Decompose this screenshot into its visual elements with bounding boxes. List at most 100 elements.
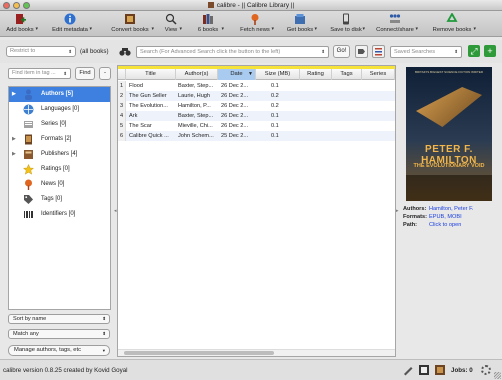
tag-icon	[358, 49, 365, 54]
add-books-button[interactable]: Add books ▾	[2, 11, 38, 37]
expand-triangle-icon[interactable]: ▶	[12, 136, 16, 142]
series-icon	[24, 121, 33, 128]
saved-searches-select[interactable]: Saved Searches ⬍	[390, 46, 462, 58]
version-text: calibre version 0.8.25 created by Kovid …	[3, 367, 128, 374]
cover-spaceship-art	[416, 87, 482, 127]
table-row[interactable]: 4 Ark Baxter, Step... 26 Dec 2... 0.1	[118, 111, 395, 121]
magnifier-icon	[165, 13, 177, 25]
find-button[interactable]: Find	[75, 67, 95, 80]
identifiers-icon	[24, 211, 33, 218]
column-header-title[interactable]: Title	[126, 69, 176, 80]
chevron-down-icon: ▾	[314, 26, 317, 32]
match-select[interactable]: Match any ⬍	[8, 329, 110, 339]
formats-link[interactable]: EPUB, MOBI	[429, 214, 462, 220]
tags-icon	[24, 195, 33, 204]
minimize-window-button[interactable]	[13, 2, 20, 9]
store-icon	[295, 14, 305, 24]
tree-item-tags[interactable]: Tags [0]	[9, 192, 110, 207]
chevron-down-icon: ▾	[102, 348, 105, 353]
tree-item-news[interactable]: News [0]	[9, 177, 110, 192]
manage-button[interactable]: Manage authors, tags, etc ▾	[8, 345, 110, 356]
jobs-label[interactable]: Jobs: 0	[451, 367, 473, 374]
binoculars-icon	[119, 48, 131, 56]
expand-icon: ⤢	[470, 46, 478, 56]
path-link[interactable]: Click to open	[429, 222, 461, 228]
get-books-button[interactable]: Get books ▾	[283, 11, 317, 37]
column-header-date[interactable]: Date ▼	[218, 69, 256, 80]
save-to-disk-button[interactable]: Save to disk ▾	[327, 11, 365, 37]
cover-tagline: BRITAIN'S BIGGEST SCIENCE FICTION WRITER	[415, 70, 483, 74]
tree-item-ratings[interactable]: Ratings [0]	[9, 162, 110, 177]
column-header-authors[interactable]: Author(s)	[176, 69, 218, 80]
table-row[interactable]: 5 The Scar Mieville, Chi... 26 Dec 2... …	[118, 121, 395, 131]
advanced-search-button[interactable]	[118, 45, 132, 58]
tag-browser: Find item in tag ... ⬍ Find - ▶ Authors …	[0, 63, 114, 357]
convert-books-button[interactable]: Convert books ▾	[106, 11, 154, 37]
tree-item-identifiers[interactable]: Identifiers [0]	[9, 207, 110, 222]
library-icon	[203, 14, 213, 24]
cover-grid-icon[interactable]	[418, 364, 430, 376]
status-bar: calibre version 0.8.25 created by Kovid …	[0, 359, 502, 380]
copy-search-button[interactable]	[355, 45, 368, 58]
expand-triangle-icon[interactable]: ▶	[12, 151, 16, 157]
library-button[interactable]: 6 books ▾	[192, 11, 224, 37]
chevron-down-icon: ▾	[35, 26, 38, 32]
edit-metadata-button[interactable]: Edit metadata ▾	[48, 11, 92, 37]
main-toolbar: Add books ▾ Edit metadata ▾ Convert book…	[0, 11, 502, 37]
formats-icon	[25, 134, 32, 145]
remove-books-button[interactable]: Remove books ▾	[428, 11, 476, 37]
table-row[interactable]: 1 Flood Baxter, Step... 26 Dec 2... 0.1	[118, 81, 395, 91]
tree-item-languages[interactable]: Languages [0]	[9, 102, 110, 117]
author-link[interactable]: Hamilton, Peter F.	[429, 206, 473, 212]
table-row[interactable]: 3 The Evolution... Hamilton, P... 26 Dec…	[118, 101, 395, 111]
scrollbar-thumb[interactable]	[124, 351, 274, 355]
save-search-button[interactable]: ⤢	[468, 45, 480, 57]
connect-share-button[interactable]: Connect/share ▾	[372, 11, 418, 37]
add-book-icon	[16, 14, 26, 24]
tree-item-publishers[interactable]: ▶ Publishers [4]	[9, 147, 110, 162]
column-header-tags[interactable]: Tags	[332, 69, 362, 80]
horizontal-scrollbar[interactable]	[118, 349, 395, 356]
restrict-to-select[interactable]: Restrict to ⬍	[6, 46, 76, 57]
convert-icon	[125, 14, 135, 24]
cover-shade	[406, 175, 492, 201]
updown-arrow-icon: ⬍	[63, 71, 67, 76]
authors-icon	[25, 89, 32, 100]
tag-browser-toggle-icon[interactable]	[434, 364, 446, 376]
edit-icon[interactable]	[402, 364, 414, 376]
highlight-toggle-button[interactable]	[372, 45, 385, 58]
column-header-series[interactable]: Series	[362, 69, 395, 80]
tree-item-authors[interactable]: ▶ Authors [5]	[9, 87, 110, 102]
zoom-window-button[interactable]	[23, 2, 30, 9]
fetch-news-button[interactable]: Fetch news ▾	[236, 11, 274, 37]
view-button[interactable]: View ▾	[160, 11, 182, 37]
expand-triangle-icon[interactable]: ▶	[12, 91, 16, 97]
cover-title: THE EVOLUTIONARY VOID	[413, 163, 485, 169]
book-list: Title Author(s) Date ▼ Size (MB) Rating …	[117, 65, 396, 357]
tree-item-formats[interactable]: ▶ Formats [2]	[9, 132, 110, 147]
search-input[interactable]: Search (For Advanced Search click the bu…	[136, 46, 329, 58]
sort-descending-icon: ▼	[248, 71, 253, 77]
go-button[interactable]: Go!	[333, 45, 350, 58]
table-row[interactable]: 6 Calibre Quick ... John Schem... 25 Dec…	[118, 131, 395, 141]
plus-icon: +	[487, 46, 493, 56]
find-item-input[interactable]: Find item in tag ... ⬍	[8, 68, 71, 79]
all-books-label: (all books)	[80, 48, 109, 55]
book-cover[interactable]: BRITAIN'S BIGGEST SCIENCE FICTION WRITER…	[406, 67, 492, 201]
table-row[interactable]: 2 The Gun Seller Laurie, Hugh 26 Dec 2..…	[118, 91, 395, 101]
busy-spinner-icon	[481, 365, 491, 375]
updown-arrow-icon: ⬍	[454, 49, 458, 54]
close-window-button[interactable]	[3, 2, 10, 9]
chevron-down-icon: ▾	[362, 26, 365, 32]
column-header-size[interactable]: Size (MB)	[256, 69, 300, 80]
chevron-down-icon: ▾	[179, 26, 182, 32]
row-number-header	[118, 69, 126, 80]
resize-grip[interactable]	[494, 372, 501, 379]
add-saved-search-button[interactable]: +	[484, 45, 496, 57]
tree-item-series[interactable]: Series [0]	[9, 117, 110, 132]
news-icon	[251, 14, 259, 25]
publishers-icon	[24, 150, 33, 159]
sort-by-select[interactable]: Sort by name ⬍	[8, 314, 110, 324]
column-header-rating[interactable]: Rating	[300, 69, 332, 80]
collapse-button[interactable]: -	[99, 67, 111, 80]
